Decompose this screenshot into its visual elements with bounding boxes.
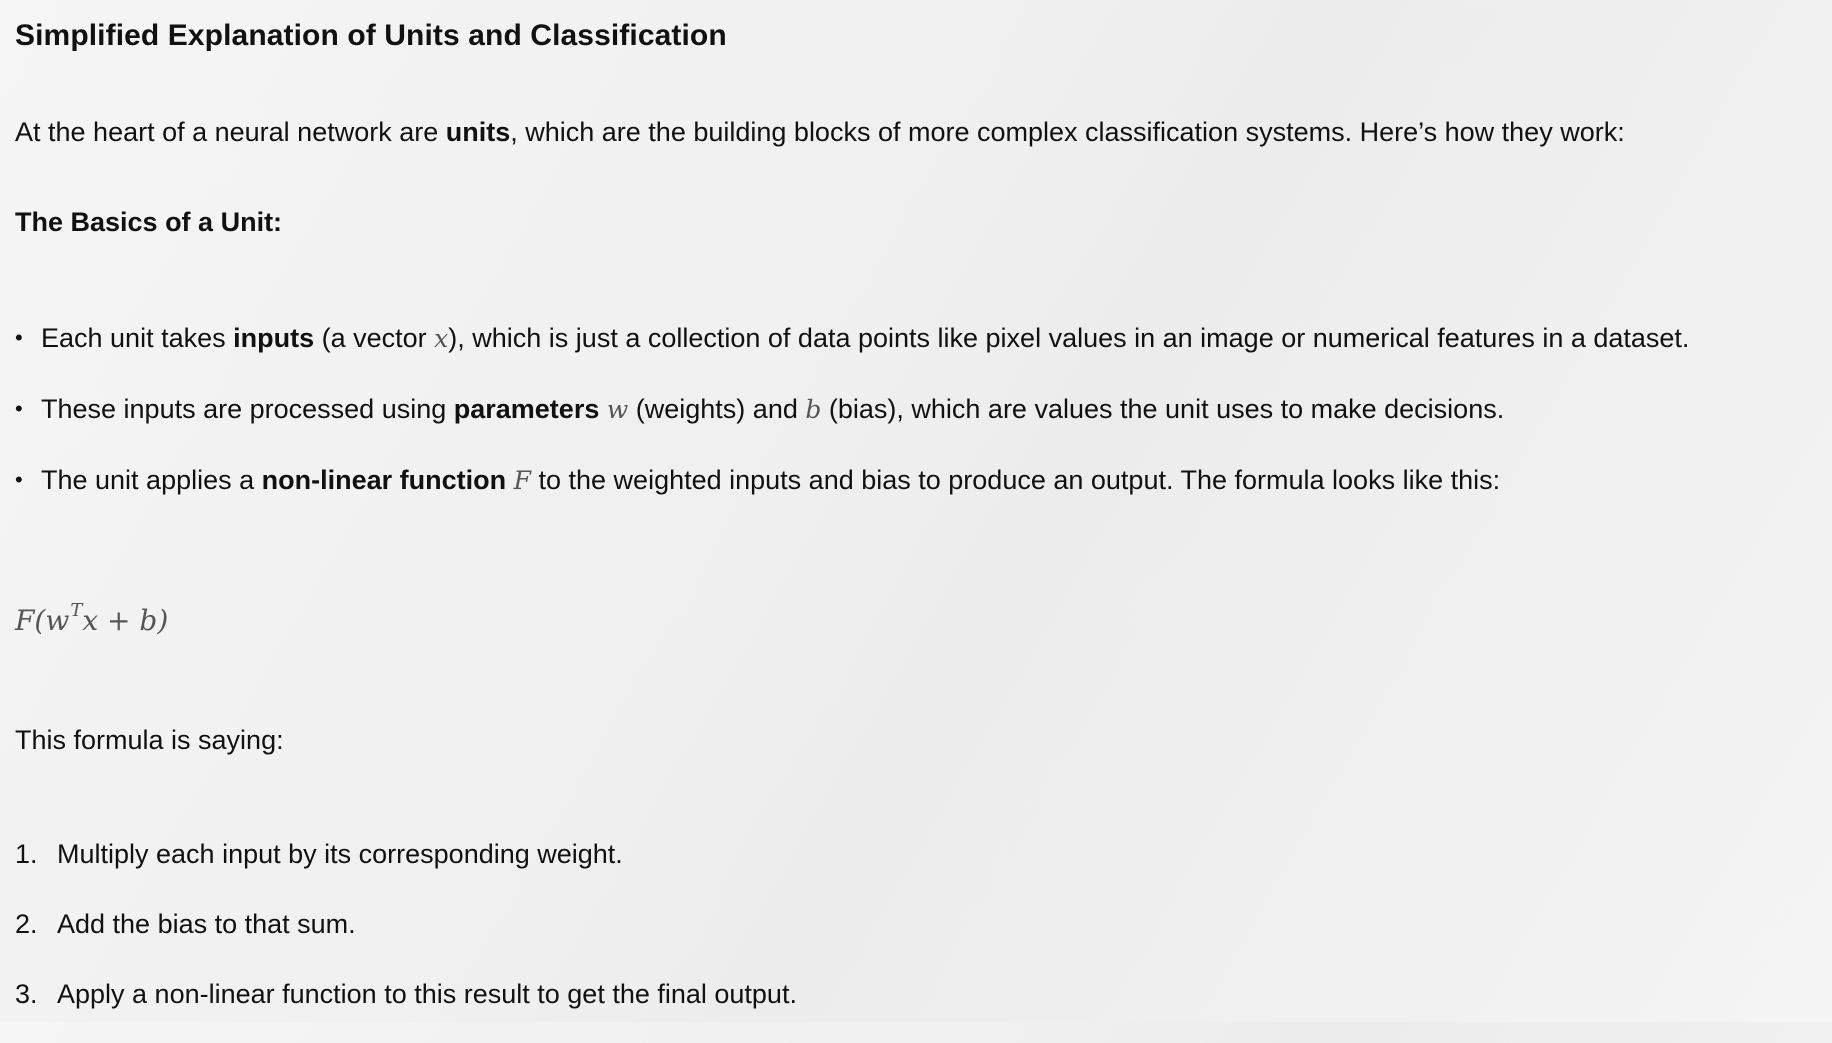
bullet-bold-parameters: parameters: [453, 394, 600, 424]
bullet-text-before: The unit applies a: [41, 465, 262, 495]
step-number: 3.: [15, 979, 38, 1009]
step-number: 2.: [15, 909, 38, 939]
bullet-item: • These inputs are processed using param…: [15, 386, 1775, 433]
math-b: b: [805, 395, 822, 424]
formula-explanation-intro: This formula is saying:: [15, 725, 284, 755]
numbered-step-list: 1. Multiply each input by its correspond…: [15, 833, 797, 1043]
formula-suffix: x + b): [82, 604, 169, 637]
math-x: x: [434, 324, 449, 353]
bullet-marker-icon: •: [15, 396, 23, 421]
numbered-step-item: 3. Apply a non-linear function to this r…: [15, 973, 797, 1015]
bullet-text-after: (bias), which are values the unit uses t…: [821, 394, 1505, 424]
step-text: Multiply each input by its corresponding…: [57, 839, 623, 869]
bullet-text-before: Each unit takes: [41, 323, 234, 353]
intro-paragraph: At the heart of a neural network are uni…: [15, 113, 1625, 151]
numbered-step-item: 2. Add the bias to that sum.: [15, 903, 797, 945]
unit-formula: F(wTx + b): [15, 602, 168, 640]
formula-prefix: F(w: [15, 604, 70, 637]
intro-bold-units: units: [445, 117, 511, 147]
math-w: w: [606, 395, 629, 424]
document-page: Simplified Explanation of Units and Clas…: [0, 0, 1832, 1022]
intro-text-after: , which are the building blocks of more …: [510, 117, 1625, 147]
bullet-bold-inputs: inputs: [233, 323, 315, 353]
formula-transpose-superscript: T: [70, 600, 83, 621]
bullet-text-middle: (a vector: [314, 323, 435, 353]
bullet-bold-nonlinear-function: non-linear function: [261, 465, 507, 495]
bullet-list: • Each unit takes inputs (a vector x), w…: [15, 315, 1775, 528]
math-f: F: [513, 466, 531, 495]
bullet-item: • The unit applies a non-linear function…: [15, 457, 1775, 504]
bullet-text-after: to the weighted inputs and bias to produ…: [531, 465, 1501, 495]
step-text: Add the bias to that sum.: [57, 909, 356, 939]
step-text: Apply a non-linear function to this resu…: [57, 979, 797, 1009]
page-title: Simplified Explanation of Units and Clas…: [15, 19, 727, 52]
numbered-step-item: 1. Multiply each input by its correspond…: [15, 833, 797, 875]
bullet-marker-icon: •: [15, 325, 23, 350]
bullet-marker-icon: •: [15, 467, 23, 492]
bullet-text-before: These inputs are processed using: [41, 394, 454, 424]
bullet-text-after: ), which is just a collection of data po…: [448, 323, 1690, 353]
bullet-text-middle: (weights) and: [628, 394, 806, 424]
bullet-item: • Each unit takes inputs (a vector x), w…: [15, 315, 1775, 362]
section-subheading: The Basics of a Unit:: [15, 207, 283, 237]
step-number: 1.: [15, 839, 38, 869]
intro-text-before: At the heart of a neural network are: [15, 117, 446, 147]
